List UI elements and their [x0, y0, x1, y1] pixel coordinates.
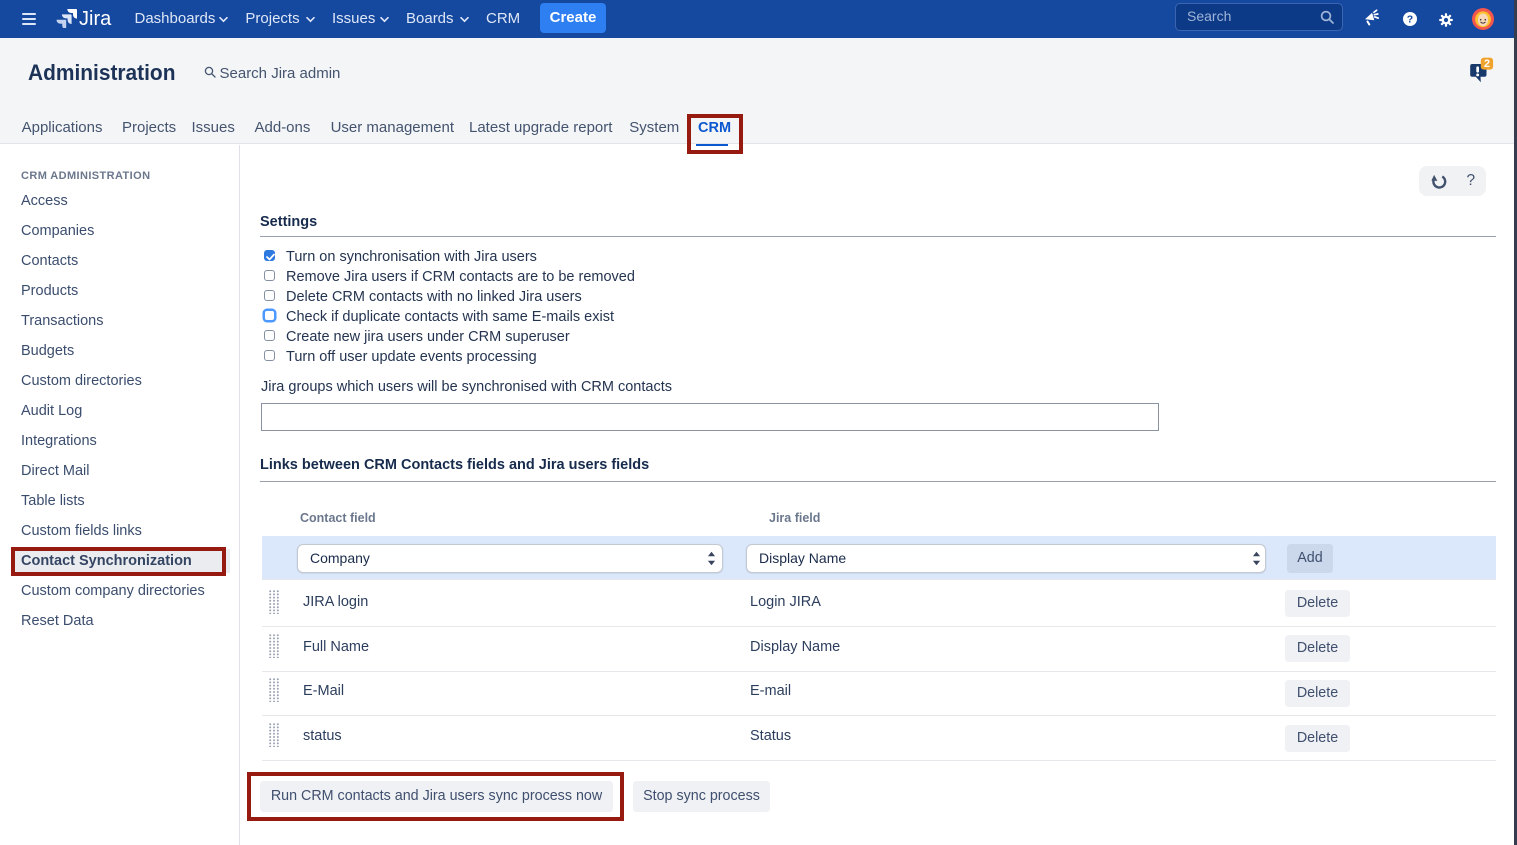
- svg-text:2: 2: [1484, 58, 1490, 70]
- svg-text:?: ?: [1407, 14, 1413, 26]
